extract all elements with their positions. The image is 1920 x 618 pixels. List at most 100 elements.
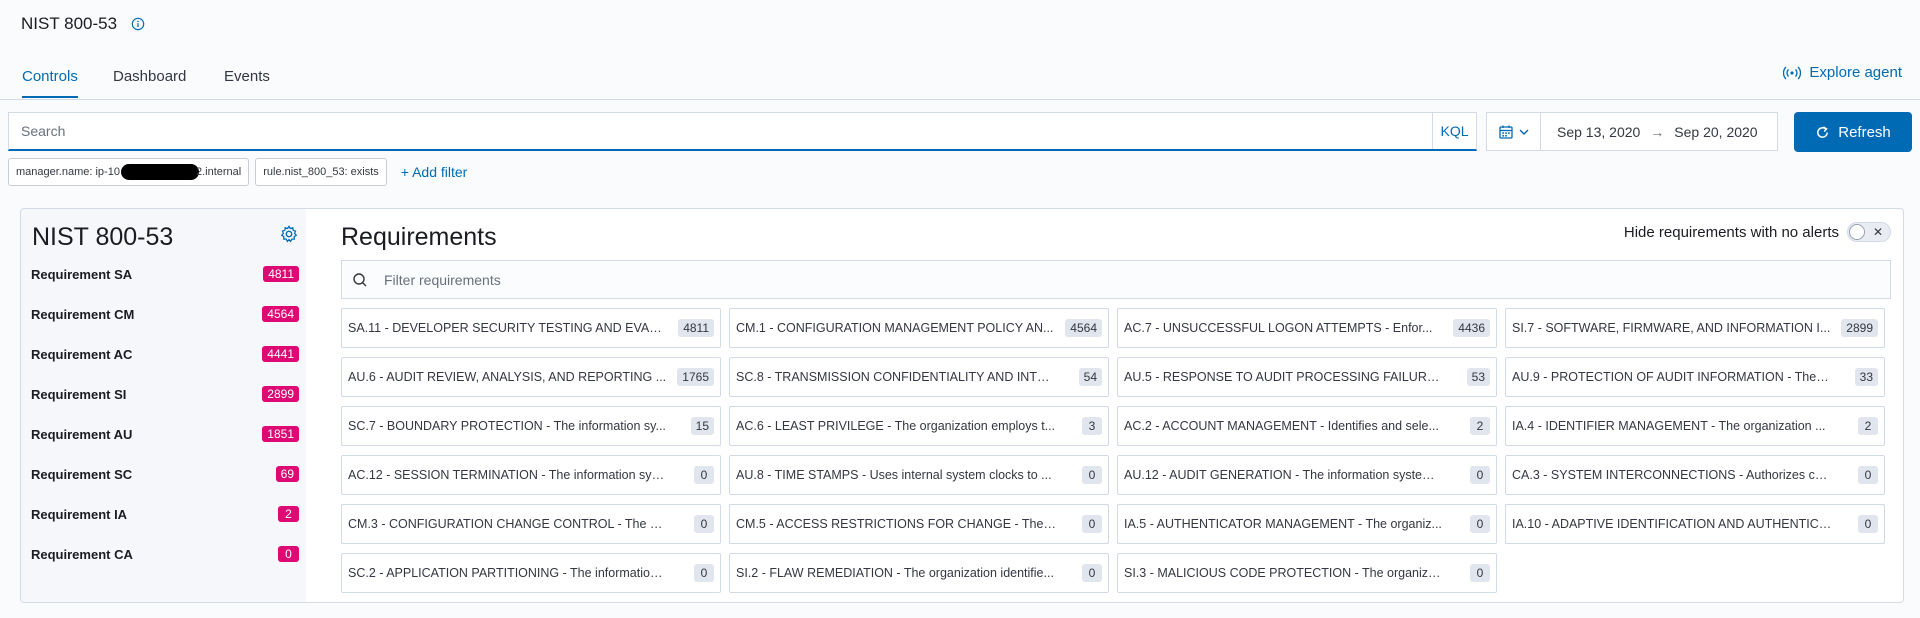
date-picker: Sep 13, 2020 → Sep 20, 2020 xyxy=(1486,112,1778,151)
refresh-button[interactable]: Refresh xyxy=(1794,112,1912,152)
requirement-card[interactable]: AC.12 - SESSION TERMINATION - The inform… xyxy=(341,455,721,495)
requirement-text: AC.6 - LEAST PRIVILEGE - The organizatio… xyxy=(736,419,1056,433)
requirement-count-badge: 2 xyxy=(1470,417,1490,435)
requirement-card[interactable]: SC.2 - APPLICATION PARTITIONING - The in… xyxy=(341,553,721,593)
sidebar-item-label: Requirement SC xyxy=(31,466,133,482)
requirement-text: AU.5 - RESPONSE TO AUDIT PROCESSING FAIL… xyxy=(1124,370,1444,384)
requirement-card[interactable]: CM.1 - CONFIGURATION MANAGEMENT POLICY A… xyxy=(729,308,1109,348)
requirement-card[interactable]: AU.9 - PROTECTION OF AUDIT INFORMATION -… xyxy=(1505,357,1885,397)
requirement-count-badge: 0 xyxy=(1858,466,1878,484)
add-filter-button[interactable]: + Add filter xyxy=(401,164,468,180)
requirement-count-badge: 0 xyxy=(694,466,714,484)
requirement-card[interactable]: IA.4 - IDENTIFIER MANAGEMENT - The organ… xyxy=(1505,406,1885,446)
requirement-card[interactable]: SI.7 - SOFTWARE, FIRMWARE, AND INFORMATI… xyxy=(1505,308,1885,348)
page-title: NIST 800-53 xyxy=(21,14,118,33)
hide-empty-toggle-row: Hide requirements with no alerts ✕ xyxy=(1624,222,1891,242)
requirement-text: AC.12 - SESSION TERMINATION - The inform… xyxy=(348,468,668,482)
requirement-count-badge: 4436 xyxy=(1453,319,1490,337)
sidebar-item-label: Requirement CA xyxy=(31,546,133,562)
page-header: NIST 800-53 xyxy=(21,12,145,36)
refresh-label: Refresh xyxy=(1838,123,1891,141)
requirement-card[interactable]: AU.5 - RESPONSE TO AUDIT PROCESSING FAIL… xyxy=(1117,357,1497,397)
requirement-count-badge: 33 xyxy=(1854,368,1878,386)
count-badge: 4441 xyxy=(262,346,299,362)
requirement-count-badge: 54 xyxy=(1078,368,1102,386)
requirements-sidebar: NIST 800-53 Requirement SA 4811 Requirem… xyxy=(21,209,306,602)
date-range: Sep 13, 2020 → Sep 20, 2020 xyxy=(1541,124,1758,140)
hide-empty-switch[interactable]: ✕ xyxy=(1847,222,1891,242)
sidebar-item-ia[interactable]: Requirement IA 2 xyxy=(31,503,299,525)
requirement-card[interactable]: SI.2 - FLAW REMEDIATION - The organizati… xyxy=(729,553,1109,593)
start-date[interactable]: Sep 13, 2020 xyxy=(1557,124,1640,140)
arrow-right-icon: → xyxy=(1650,123,1665,140)
filter-requirements-box xyxy=(341,260,1891,299)
gear-icon[interactable] xyxy=(280,225,298,243)
chevron-down-icon xyxy=(1519,129,1528,135)
requirement-card[interactable]: IA.10 - ADAPTIVE IDENTIFICATION AND AUTH… xyxy=(1505,504,1885,544)
requirement-text: CM.5 - ACCESS RESTRICTIONS FOR CHANGE - … xyxy=(736,517,1056,531)
filter-pill-rule[interactable]: rule.nist_800_53: exists xyxy=(255,158,387,186)
requirement-card[interactable]: AC.7 - UNSUCCESSFUL LOGON ATTEMPTS - Enf… xyxy=(1117,308,1497,348)
count-badge: 69 xyxy=(275,466,299,482)
sidebar-item-si[interactable]: Requirement SI 2899 xyxy=(31,383,299,405)
search-bar: KQL xyxy=(8,112,1477,151)
redaction-mark xyxy=(120,164,199,180)
count-badge: 4564 xyxy=(262,306,299,322)
requirement-count-badge: 0 xyxy=(694,515,714,533)
requirement-card[interactable]: AU.8 - TIME STAMPS - Uses internal syste… xyxy=(729,455,1109,495)
requirement-count-badge: 53 xyxy=(1466,368,1490,386)
sidebar-item-ac[interactable]: Requirement AC 4441 xyxy=(31,343,299,365)
requirement-card[interactable]: CA.3 - SYSTEM INTERCONNECTIONS - Authori… xyxy=(1505,455,1885,495)
requirement-count-badge: 0 xyxy=(1082,515,1102,533)
requirement-text: CM.3 - CONFIGURATION CHANGE CONTROL - Th… xyxy=(348,517,668,531)
quick-select-button[interactable] xyxy=(1487,113,1541,150)
filter-pill-text: manager.name: ip-10 xyxy=(16,166,120,178)
sidebar-item-au[interactable]: Requirement AU 1851 xyxy=(31,423,299,445)
tab-events[interactable]: Events xyxy=(224,68,270,96)
requirement-text: CA.3 - SYSTEM INTERCONNECTIONS - Authori… xyxy=(1512,468,1832,482)
filter-bar: manager.name: ip-10 2.internal rule.nist_… xyxy=(8,158,467,186)
end-date[interactable]: Sep 20, 2020 xyxy=(1674,124,1757,140)
requirements-grid: SA.11 - DEVELOPER SECURITY TESTING AND E… xyxy=(341,308,1901,593)
filter-requirements-input[interactable] xyxy=(376,271,1890,288)
sidebar-item-sc[interactable]: Requirement SC 69 xyxy=(31,463,299,485)
tab-controls[interactable]: Controls xyxy=(22,68,78,98)
sidebar-item-label: Requirement IA xyxy=(31,506,128,522)
requirement-card[interactable]: SC.8 - TRANSMISSION CONFIDENTIALITY AND … xyxy=(729,357,1109,397)
requirement-card[interactable]: SC.7 - BOUNDARY PROTECTION - The informa… xyxy=(341,406,721,446)
requirement-count-badge: 0 xyxy=(1470,515,1490,533)
requirement-card[interactable]: CM.3 - CONFIGURATION CHANGE CONTROL - Th… xyxy=(341,504,721,544)
requirement-card[interactable]: SI.3 - MALICIOUS CODE PROTECTION - The o… xyxy=(1117,553,1497,593)
requirement-card[interactable]: AU.6 - AUDIT REVIEW, ANALYSIS, AND REPOR… xyxy=(341,357,721,397)
sidebar-item-cm[interactable]: Requirement CM 4564 xyxy=(31,303,299,325)
requirement-card[interactable]: IA.5 - AUTHENTICATOR MANAGEMENT - The or… xyxy=(1117,504,1497,544)
requirement-text: IA.5 - AUTHENTICATOR MANAGEMENT - The or… xyxy=(1124,517,1442,531)
info-icon[interactable] xyxy=(131,17,145,31)
filter-pill-text: 2.internal xyxy=(195,166,242,178)
requirement-card[interactable]: AU.12 - AUDIT GENERATION - The informati… xyxy=(1117,455,1497,495)
requirement-card[interactable]: CM.5 - ACCESS RESTRICTIONS FOR CHANGE - … xyxy=(729,504,1109,544)
sidebar-item-ca[interactable]: Requirement CA 0 xyxy=(31,543,299,565)
requirement-text: SC.8 - TRANSMISSION CONFIDENTIALITY AND … xyxy=(736,370,1056,384)
hide-empty-label: Hide requirements with no alerts xyxy=(1623,223,1839,241)
requirement-card[interactable]: AC.2 - ACCOUNT MANAGEMENT - Identifies a… xyxy=(1117,406,1497,446)
broadcast-icon xyxy=(1783,66,1802,79)
requirement-text: AU.6 - AUDIT REVIEW, ANALYSIS, AND REPOR… xyxy=(348,370,667,384)
tab-dashboard[interactable]: Dashboard xyxy=(113,68,186,96)
requirement-count-badge: 0 xyxy=(1470,466,1490,484)
requirement-card[interactable]: SA.11 - DEVELOPER SECURITY TESTING AND E… xyxy=(341,308,721,348)
sidebar-item-label: Requirement AC xyxy=(31,346,133,362)
requirement-count-badge: 2899 xyxy=(1841,319,1878,337)
filter-pill-manager[interactable]: manager.name: ip-10 2.internal xyxy=(8,158,250,186)
requirement-text: SC.7 - BOUNDARY PROTECTION - The informa… xyxy=(348,419,666,433)
sidebar-item-label: Requirement SA xyxy=(31,266,133,282)
requirement-card[interactable]: AC.6 - LEAST PRIVILEGE - The organizatio… xyxy=(729,406,1109,446)
sidebar-item-label: Requirement AU xyxy=(31,426,133,442)
sidebar-item-sa[interactable]: Requirement SA 4811 xyxy=(31,263,299,285)
explore-agent-link[interactable]: Explore agent xyxy=(1783,64,1902,81)
requirement-count-badge: 0 xyxy=(1082,564,1102,582)
query-language-button[interactable]: KQL xyxy=(1432,113,1476,149)
requirement-count-badge: 0 xyxy=(1082,466,1102,484)
search-input[interactable] xyxy=(9,113,1432,149)
requirement-count-badge: 1765 xyxy=(677,368,714,386)
